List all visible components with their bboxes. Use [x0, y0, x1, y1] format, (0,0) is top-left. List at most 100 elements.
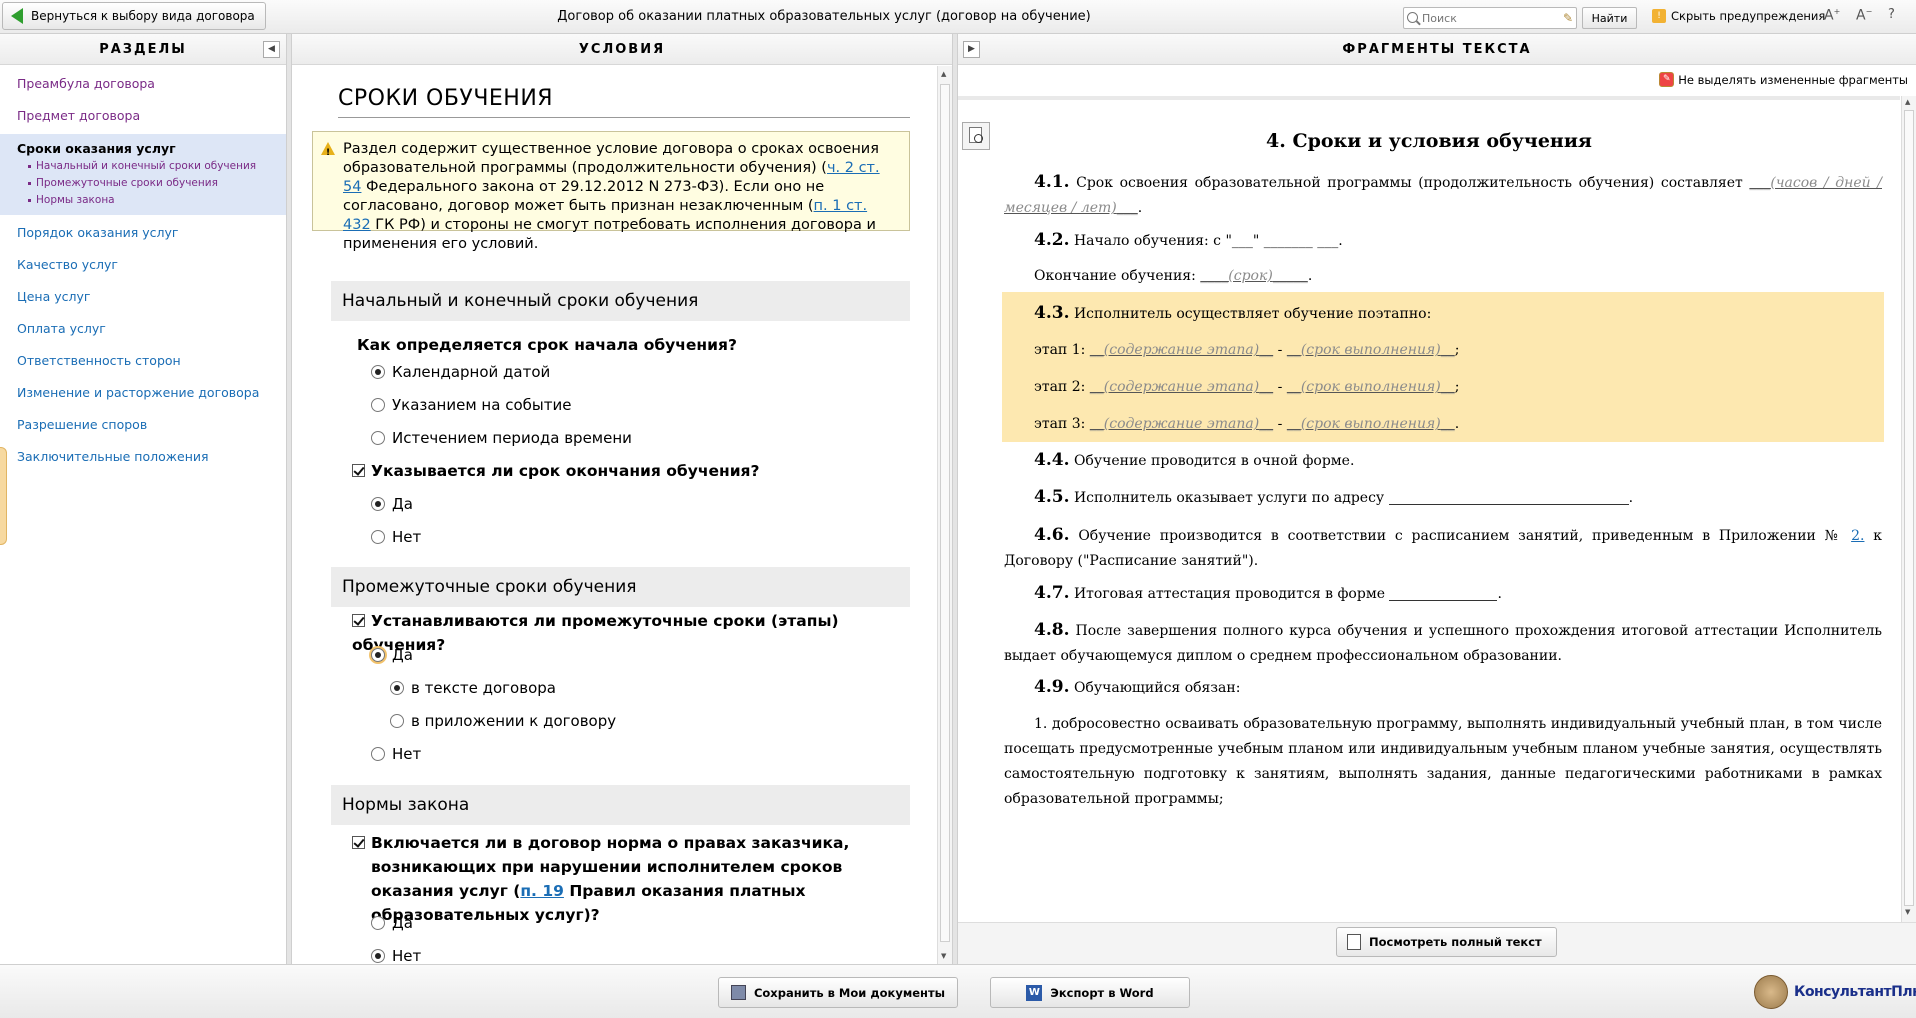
conditions-scrollbar[interactable]: ▲ ▼: [937, 66, 952, 964]
radio-stages-yes[interactable]: Да: [371, 644, 413, 666]
radio-in-contract-text[interactable]: в тексте договора: [390, 677, 556, 699]
sidebar-item-liability[interactable]: Ответственность сторон: [0, 345, 286, 377]
checkbox-intermediate-stages[interactable]: [352, 614, 365, 627]
clear-brush-icon[interactable]: ✎: [1563, 11, 1573, 25]
fragment-heading: 4. Сроки и условия обучения: [1266, 130, 1592, 152]
sidebar-item-terms-active[interactable]: Сроки оказания услуг Начальный и конечны…: [0, 134, 286, 215]
scroll-thumb[interactable]: [1904, 110, 1914, 906]
sidebar-item-amendment[interactable]: Изменение и расторжение договора: [0, 377, 286, 409]
fragments-scrollbar[interactable]: ▲ ▼: [1901, 96, 1916, 922]
sidebar-subitem-intermediate[interactable]: Промежуточные сроки обучения: [0, 175, 286, 192]
help-icon[interactable]: ?: [1888, 7, 1895, 22]
back-button-label: Вернуться к выбору вида договора: [31, 9, 255, 23]
radio-label: в тексте договора: [411, 679, 556, 697]
scroll-thumb[interactable]: [940, 84, 950, 942]
blank-address[interactable]: [1388, 489, 1629, 505]
export-to-word-button[interactable]: W Экспорт в Word: [990, 977, 1190, 1008]
radio-icon[interactable]: [390, 681, 404, 695]
placeholder-stage-term[interactable]: __(срок выполнения)__: [1287, 342, 1455, 358]
radio-calendar-date[interactable]: Календарной датой: [371, 361, 550, 383]
radio-icon[interactable]: [371, 497, 385, 511]
left-splitter[interactable]: [286, 34, 292, 964]
search-input[interactable]: [1422, 10, 1552, 26]
clause-4-1: 4.1. Срок освоения образовательной прогр…: [1004, 172, 1882, 216]
radio-icon[interactable]: [371, 648, 385, 662]
placeholder-stage-content[interactable]: __(содержание этапа)__: [1090, 416, 1273, 432]
hide-warnings-button[interactable]: ! Скрыть предупреждения: [1652, 9, 1825, 23]
sidebar-item-disputes[interactable]: Разрешение споров: [0, 409, 286, 441]
radio-rights-no[interactable]: Нет: [371, 945, 421, 964]
font-increase-icon[interactable]: A+: [1824, 7, 1840, 24]
rules-link-p19[interactable]: п. 19: [520, 882, 564, 900]
placeholder-stage-term[interactable]: __(срок выполнения)__: [1287, 379, 1455, 395]
placeholder-stage-term[interactable]: __(срок выполнения)__: [1287, 416, 1455, 432]
placeholder-term[interactable]: ____(срок)_____: [1200, 268, 1308, 284]
radio-icon[interactable]: [371, 365, 385, 379]
radio-icon[interactable]: [371, 747, 385, 761]
radio-label: в приложении к договору: [411, 712, 617, 730]
clause-text: Начало обучения: с "___" _______ ___.: [1073, 233, 1343, 249]
radio-icon[interactable]: [371, 530, 385, 544]
search-box[interactable]: ✎: [1403, 7, 1577, 29]
checkbox-end-date[interactable]: [352, 464, 365, 477]
radio-end-date-no[interactable]: Нет: [371, 526, 421, 548]
sidebar-item-price[interactable]: Цена услуг: [0, 281, 286, 313]
sidebar-item-final[interactable]: Заключительные положения: [0, 441, 286, 473]
question-end-date-label: Указывается ли срок окончания обучения?: [371, 462, 760, 480]
sidebar-item-subject[interactable]: Предмет договора: [0, 100, 286, 132]
question-end-date[interactable]: Указывается ли срок окончания обучения?: [352, 459, 760, 483]
radio-label: Да: [392, 646, 413, 664]
find-button[interactable]: Найти: [1582, 7, 1637, 29]
no-highlight-label: Не выделять измененные фрагменты: [1678, 72, 1908, 87]
checkbox-customer-rights[interactable]: [352, 836, 365, 849]
radio-period-expiry[interactable]: Истечением периода времени: [371, 427, 632, 449]
sidebar-item-quality[interactable]: Качество услуг: [0, 249, 286, 281]
radio-label: Нет: [392, 947, 422, 964]
logo-text: КонсультантПлюс: [1794, 984, 1916, 1000]
clause-number: 4.1.: [1034, 172, 1070, 192]
placeholder-stage-content[interactable]: __(содержание этапа)__: [1090, 342, 1273, 358]
fragments-panel-title: ФРАГМЕНТЫ ТЕКСТА: [1342, 42, 1532, 57]
back-to-contract-type-button[interactable]: Вернуться к выбору вида договора: [2, 2, 266, 30]
scroll-up-icon[interactable]: ▲: [1905, 98, 1910, 106]
radio-icon[interactable]: [371, 949, 385, 963]
radio-event[interactable]: Указанием на событие: [371, 394, 571, 416]
radio-label: Истечением периода времени: [392, 429, 632, 447]
collapse-left-panel-icon[interactable]: ◀: [263, 41, 280, 58]
sections-panel-title: РАЗДЕЛЫ: [99, 42, 187, 57]
clause-number: 4.9.: [1034, 677, 1070, 697]
no-highlight-changes-button[interactable]: ✎ Не выделять измененные фрагменты: [1659, 72, 1908, 87]
scroll-down-icon[interactable]: ▼: [941, 952, 946, 960]
save-label: Сохранить в Мои документы: [753, 985, 946, 1000]
sidebar-subitem-start-end[interactable]: Начальный и конечный сроки обучения: [0, 158, 286, 175]
radio-icon[interactable]: [390, 714, 404, 728]
side-drawer-tab[interactable]: [0, 447, 7, 545]
clause-4-2-end: Окончание обучения: ____(срок)_____.: [1034, 268, 1313, 284]
sidebar-subitem-law-norms[interactable]: Нормы закона: [0, 192, 286, 209]
radio-icon[interactable]: [371, 431, 385, 445]
radio-icon[interactable]: [371, 398, 385, 412]
radio-icon[interactable]: [371, 916, 385, 930]
expand-right-panel-icon[interactable]: ▶: [963, 41, 980, 58]
blank-attestation-form[interactable]: [1389, 585, 1498, 601]
warning-icon: [321, 142, 335, 163]
scroll-down-icon[interactable]: ▼: [1905, 908, 1910, 916]
radio-rights-yes[interactable]: Да: [371, 912, 413, 934]
sidebar-item-procedure[interactable]: Порядок оказания услуг: [0, 217, 286, 249]
radio-stages-no[interactable]: Нет: [371, 743, 421, 765]
stage-1-line: этап 1: __(содержание этапа)__ - __(срок…: [1034, 342, 1460, 358]
save-to-my-documents-button[interactable]: Сохранить в Мои документы: [718, 977, 958, 1008]
sidebar-item-preamble[interactable]: Преамбула договора: [0, 68, 286, 100]
scroll-up-icon[interactable]: ▲: [941, 70, 946, 78]
placeholder-stage-content[interactable]: __(содержание этапа)__: [1090, 379, 1273, 395]
question-customer-rights[interactable]: Включается ли в договор норма о правах з…: [352, 831, 922, 927]
radio-in-appendix[interactable]: в приложении к договору: [390, 710, 616, 732]
conditions-panel-header: УСЛОВИЯ: [292, 34, 952, 65]
radio-end-date-yes[interactable]: Да: [371, 493, 413, 515]
font-decrease-icon[interactable]: A−: [1856, 7, 1872, 24]
view-full-text-button[interactable]: Посмотреть полный текст: [1336, 927, 1557, 957]
sidebar-item-payment[interactable]: Оплата услуг: [0, 313, 286, 345]
appendix-link[interactable]: 2.: [1851, 528, 1864, 544]
question-intermediate-stages[interactable]: Устанавливаются ли промежуточные сроки (…: [352, 609, 935, 657]
clause-text: После завершения полного курса обучения …: [1004, 623, 1882, 664]
